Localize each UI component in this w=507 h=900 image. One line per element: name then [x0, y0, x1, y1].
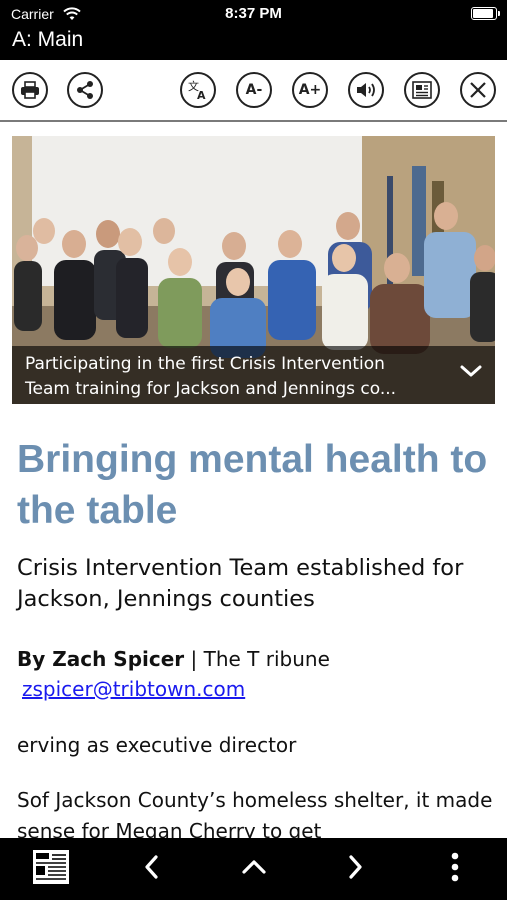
chevron-right-icon — [347, 854, 363, 884]
article-headline: Bringing mental health to the table — [17, 438, 488, 532]
top-bar: Carrier 8:37 PM A: Main — [0, 0, 507, 60]
read-aloud-button[interactable] — [348, 72, 384, 108]
previous-article-button[interactable] — [124, 838, 180, 900]
share-icon — [75, 80, 95, 100]
article-view-button[interactable] — [404, 72, 440, 108]
translate-button[interactable]: 文 A — [180, 72, 216, 108]
article-byline: By Zach Spicer | The T ribune — [17, 645, 330, 673]
scroll-top-button[interactable] — [226, 838, 282, 900]
article-view-icon — [412, 81, 432, 99]
article-subheadline: Crisis Intervention Team established for… — [17, 555, 464, 612]
font-increase-icon: A+ — [298, 82, 322, 98]
author-email-link[interactable]: zspicer@tribtown.com — [22, 677, 245, 701]
byline-author: By Zach Spicer — [17, 647, 185, 671]
print-button[interactable] — [12, 72, 48, 108]
font-decrease-icon: A- — [245, 82, 263, 98]
article-paragraph: erving as executive director — [17, 733, 297, 757]
newspaper-icon — [31, 847, 71, 891]
photo-caption[interactable]: Participating in the first Crisis Interv… — [12, 346, 495, 404]
bottom-nav-bar — [0, 838, 507, 900]
font-increase-button[interactable]: A+ — [292, 72, 328, 108]
status-time: 8:37 PM — [225, 5, 282, 22]
article-toolbar: 文 A A- A+ — [0, 60, 507, 122]
translate-icon: 文 A — [187, 79, 209, 101]
photo-caption-text: Participating in the first Crisis Interv… — [25, 354, 397, 399]
chevron-down-icon[interactable] — [459, 363, 483, 383]
close-icon — [469, 81, 487, 99]
battery-icon — [471, 7, 500, 20]
print-icon — [20, 81, 40, 99]
more-vertical-icon — [451, 852, 459, 886]
speaker-icon — [355, 80, 377, 100]
svg-text:A: A — [197, 89, 206, 101]
more-options-button[interactable] — [430, 838, 480, 900]
article-photo[interactable]: Participating in the first Crisis Interv… — [12, 136, 495, 404]
next-article-button[interactable] — [327, 838, 383, 900]
app-title: A: Main — [12, 28, 84, 51]
chevron-up-icon — [241, 859, 267, 879]
chevron-left-icon — [144, 854, 160, 884]
status-bar: Carrier 8:37 PM — [0, 0, 507, 28]
newspaper-button[interactable] — [20, 838, 82, 900]
byline-publication: | The T ribune — [184, 647, 330, 671]
share-button[interactable] — [67, 72, 103, 108]
close-button[interactable] — [460, 72, 496, 108]
font-decrease-button[interactable]: A- — [236, 72, 272, 108]
